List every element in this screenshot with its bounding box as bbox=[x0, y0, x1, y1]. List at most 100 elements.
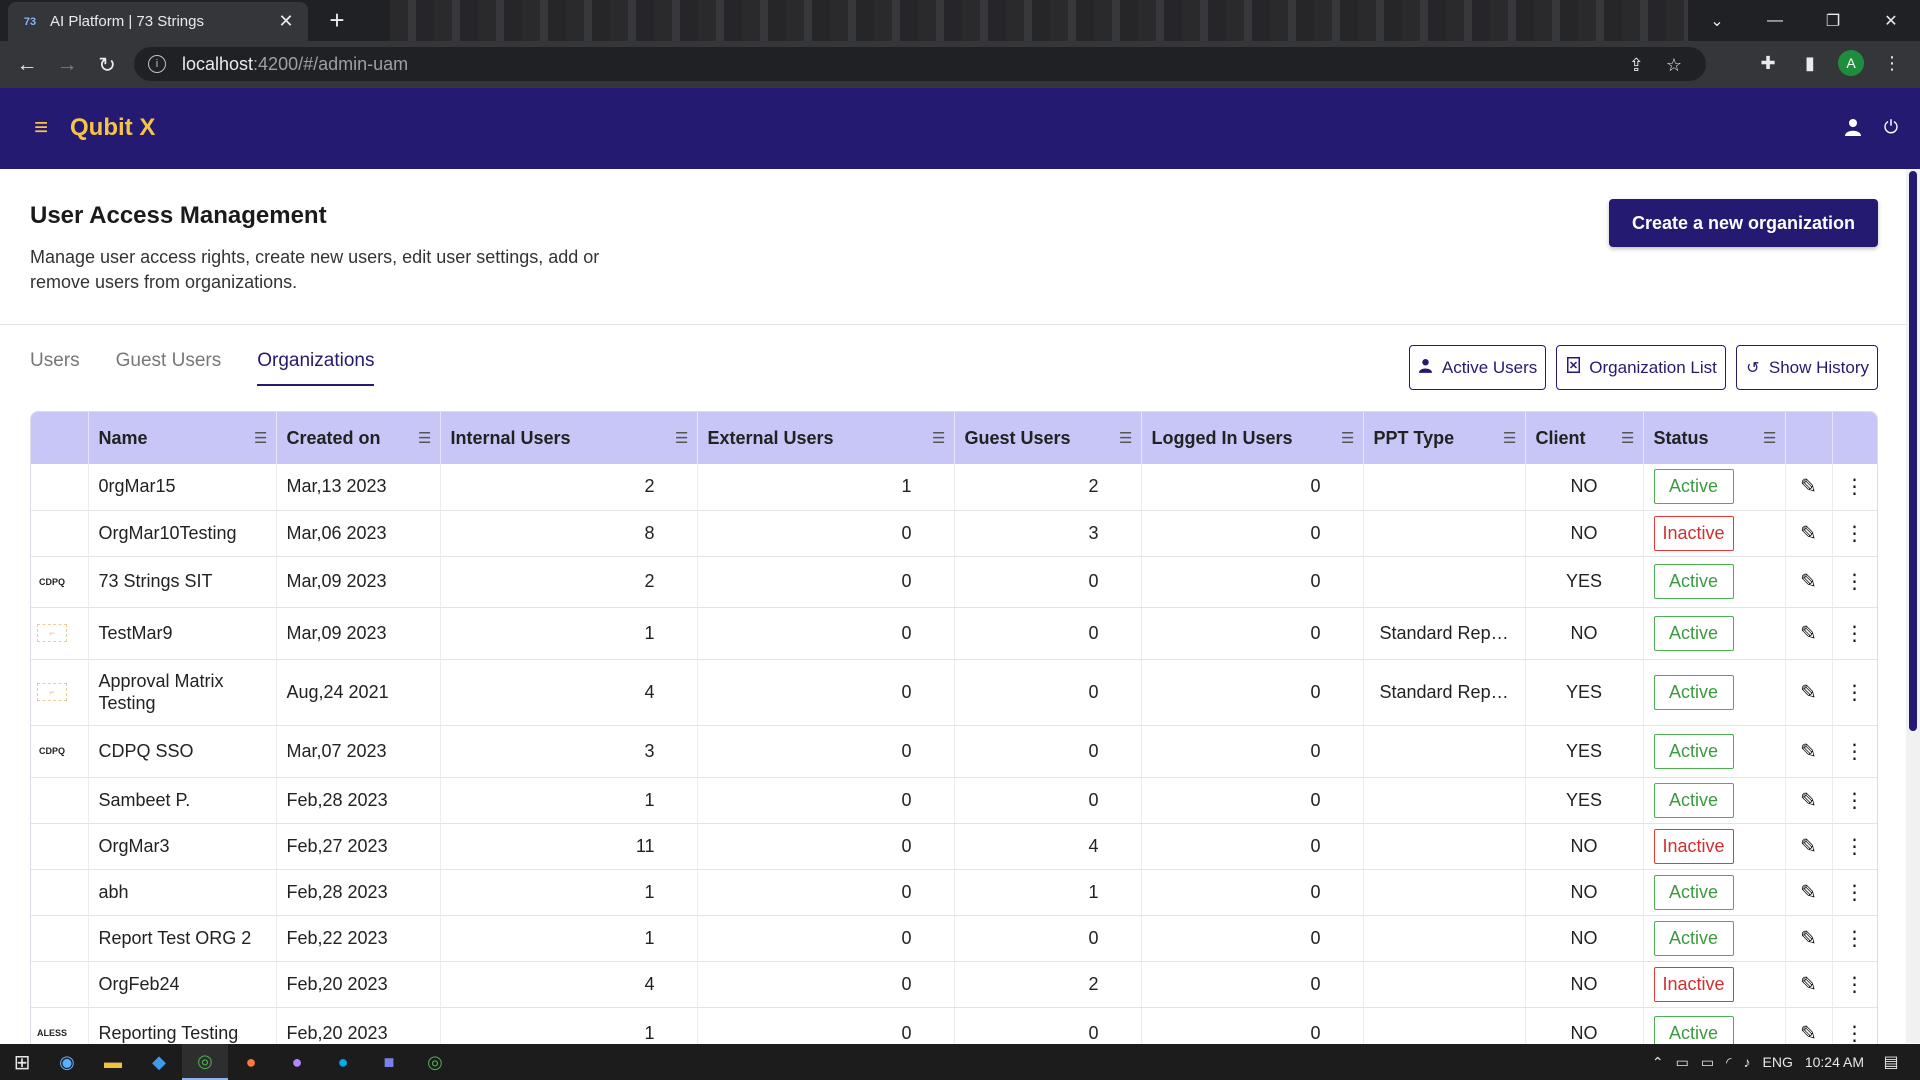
user-profile-icon[interactable] bbox=[1842, 116, 1864, 138]
table-row[interactable]: Report Test ORG 2 Feb,22 2023 1 0 0 0 NO… bbox=[31, 915, 1877, 962]
col-ppt-type[interactable]: PPT Type ☰ bbox=[1363, 412, 1526, 464]
status-badge[interactable]: Active bbox=[1653, 469, 1734, 505]
profile-avatar[interactable]: A bbox=[1838, 50, 1864, 76]
clock[interactable]: 10:24 AM bbox=[1805, 1054, 1864, 1070]
more-options-icon[interactable]: ⋮ bbox=[1832, 464, 1877, 511]
status-badge[interactable]: Active bbox=[1653, 874, 1734, 910]
edit-pencil-icon[interactable]: ✎ bbox=[1785, 823, 1833, 870]
table-row[interactable]: CDPQ CDPQ SSO Mar,07 2023 3 0 0 0 YES Ac… bbox=[31, 725, 1877, 778]
table-row[interactable]: 0rgMar15 Mar,13 2023 2 1 2 0 NO Active ✎… bbox=[31, 464, 1877, 511]
more-options-icon[interactable]: ⋮ bbox=[1832, 725, 1877, 778]
side-panel-icon[interactable]: ▮ bbox=[1796, 53, 1824, 74]
edit-pencil-icon[interactable]: ✎ bbox=[1785, 961, 1833, 1008]
status-badge[interactable]: Inactive bbox=[1653, 828, 1734, 864]
col-logged-in-users[interactable]: Logged In Users ☰ bbox=[1141, 412, 1364, 464]
col-name[interactable]: Name ☰ bbox=[88, 412, 277, 464]
filter-icon[interactable]: ☰ bbox=[932, 429, 946, 447]
table-row[interactable]: OrgMar3 Feb,27 2023 11 0 4 0 NO Inactive… bbox=[31, 823, 1877, 870]
table-row[interactable]: OrgFeb24 Feb,20 2023 4 0 2 0 NO Inactive… bbox=[31, 961, 1877, 1008]
table-row[interactable]: Sambeet P. Feb,28 2023 1 0 0 0 YES Activ… bbox=[31, 777, 1877, 824]
show-history-button[interactable]: ↺ Show History bbox=[1735, 345, 1878, 390]
chrome-icon[interactable]: ◎ bbox=[412, 1044, 458, 1080]
filter-icon[interactable]: ☰ bbox=[1621, 429, 1635, 447]
edit-pencil-icon[interactable]: ✎ bbox=[1785, 464, 1833, 511]
filter-icon[interactable]: ☰ bbox=[1503, 429, 1517, 447]
more-options-icon[interactable]: ⋮ bbox=[1832, 915, 1877, 962]
page-scrollbar[interactable] bbox=[1906, 169, 1920, 1043]
tab-users[interactable]: Users bbox=[30, 350, 80, 386]
table-row[interactable]: ALESS Reporting Testing Feb,20 2023 1 0 … bbox=[31, 1007, 1877, 1044]
postman-icon[interactable]: ● bbox=[228, 1044, 274, 1080]
address-bar[interactable]: i localhost:4200/#/admin-uam ⇪ ☆ bbox=[134, 47, 1706, 81]
table-row[interactable]: ⌐ Approval Matrix Testing Aug,24 2021 4 … bbox=[31, 659, 1877, 726]
filter-icon[interactable]: ☰ bbox=[1763, 429, 1777, 447]
edit-pencil-icon[interactable]: ✎ bbox=[1785, 607, 1833, 660]
device-icon[interactable]: ▭ bbox=[1676, 1054, 1689, 1071]
more-options-icon[interactable]: ⋮ bbox=[1832, 869, 1877, 916]
chrome-icon[interactable]: ◎ bbox=[182, 1044, 228, 1080]
col-status[interactable]: Status ☰ bbox=[1643, 412, 1786, 464]
windows-start-icon[interactable]: ⊞ bbox=[0, 1044, 44, 1080]
status-badge[interactable]: Active bbox=[1653, 564, 1734, 599]
browser-menu-icon[interactable]: ⋮ bbox=[1878, 53, 1906, 74]
col-client[interactable]: Client ☰ bbox=[1525, 412, 1644, 464]
status-badge[interactable]: Active bbox=[1653, 782, 1734, 818]
language-indicator[interactable]: ENG bbox=[1763, 1054, 1793, 1070]
bookmark-star-icon[interactable]: ☆ bbox=[1666, 55, 1682, 76]
filter-icon[interactable]: ☰ bbox=[1119, 429, 1133, 447]
browser-tab[interactable]: 73 AI Platform | 73 Strings ✕ bbox=[8, 2, 308, 41]
organization-list-button[interactable]: Organization List bbox=[1556, 345, 1726, 390]
forward-icon[interactable]: → bbox=[52, 50, 82, 80]
col-internal-users[interactable]: Internal Users ☰ bbox=[440, 412, 698, 464]
table-row[interactable]: abh Feb,28 2023 1 0 1 0 NO Active ✎ ⋮ bbox=[31, 869, 1877, 916]
new-tab-button[interactable]: + bbox=[322, 6, 352, 36]
more-options-icon[interactable]: ⋮ bbox=[1832, 607, 1877, 660]
status-badge[interactable]: Active bbox=[1653, 733, 1734, 769]
status-badge[interactable]: Inactive bbox=[1653, 515, 1734, 551]
scrollbar-thumb[interactable] bbox=[1909, 171, 1917, 731]
status-badge[interactable]: Active bbox=[1653, 1015, 1734, 1044]
edit-pencil-icon[interactable]: ✎ bbox=[1785, 915, 1833, 962]
more-options-icon[interactable]: ⋮ bbox=[1832, 823, 1877, 870]
col-external-users[interactable]: External Users ☰ bbox=[697, 412, 955, 464]
filter-icon[interactable]: ☰ bbox=[675, 429, 689, 447]
app-launcher-icon[interactable]: ◉ bbox=[44, 1044, 90, 1080]
edit-pencil-icon[interactable]: ✎ bbox=[1785, 777, 1833, 824]
edit-pencil-icon[interactable]: ✎ bbox=[1785, 869, 1833, 916]
table-row[interactable]: CDPQ 73 Strings SIT Mar,09 2023 2 0 0 0 … bbox=[31, 556, 1877, 608]
tab-organizations[interactable]: Organizations bbox=[257, 350, 375, 386]
edit-pencil-icon[interactable]: ✎ bbox=[1785, 556, 1833, 608]
filter-icon[interactable]: ☰ bbox=[418, 429, 432, 447]
active-users-button[interactable]: Active Users bbox=[1408, 345, 1547, 390]
github-icon[interactable]: ● bbox=[274, 1044, 320, 1080]
status-badge[interactable]: Active bbox=[1653, 615, 1734, 651]
more-options-icon[interactable]: ⋮ bbox=[1832, 961, 1877, 1008]
back-icon[interactable]: ← bbox=[12, 50, 42, 80]
status-badge[interactable]: Inactive bbox=[1653, 966, 1734, 1002]
vscode-icon[interactable]: ◆ bbox=[136, 1044, 182, 1080]
hamburger-menu-icon[interactable]: ≡ bbox=[34, 114, 56, 142]
wifi-icon[interactable]: ◜ bbox=[1726, 1054, 1731, 1071]
skype-icon[interactable]: ● bbox=[320, 1044, 366, 1080]
more-options-icon[interactable]: ⋮ bbox=[1832, 659, 1877, 726]
volume-icon[interactable]: ♪ bbox=[1744, 1054, 1751, 1070]
teams-icon[interactable]: ■ bbox=[366, 1044, 412, 1080]
create-organization-button[interactable]: Create a new organization bbox=[1609, 199, 1878, 247]
minimize-icon[interactable]: — bbox=[1746, 0, 1804, 41]
restore-icon[interactable]: ❐ bbox=[1804, 0, 1862, 41]
more-options-icon[interactable]: ⋮ bbox=[1832, 777, 1877, 824]
more-options-icon[interactable]: ⋮ bbox=[1832, 556, 1877, 608]
site-info-icon[interactable]: i bbox=[148, 55, 166, 73]
battery-icon[interactable]: ▭ bbox=[1701, 1054, 1714, 1071]
close-window-icon[interactable]: ✕ bbox=[1862, 0, 1920, 41]
logout-power-icon[interactable]: ⏻ bbox=[1880, 116, 1902, 138]
col-created[interactable]: Created on ☰ bbox=[276, 412, 441, 464]
more-options-icon[interactable]: ⋮ bbox=[1832, 1007, 1877, 1044]
status-badge[interactable]: Active bbox=[1653, 674, 1734, 710]
table-row[interactable]: OrgMar10Testing Mar,06 2023 8 0 3 0 NO I… bbox=[31, 510, 1877, 557]
edit-pencil-icon[interactable]: ✎ bbox=[1785, 1007, 1833, 1044]
filter-icon[interactable]: ☰ bbox=[1341, 429, 1355, 447]
edit-pencil-icon[interactable]: ✎ bbox=[1785, 510, 1833, 557]
edit-pencil-icon[interactable]: ✎ bbox=[1785, 659, 1833, 726]
share-icon[interactable]: ⇪ bbox=[1629, 55, 1644, 76]
